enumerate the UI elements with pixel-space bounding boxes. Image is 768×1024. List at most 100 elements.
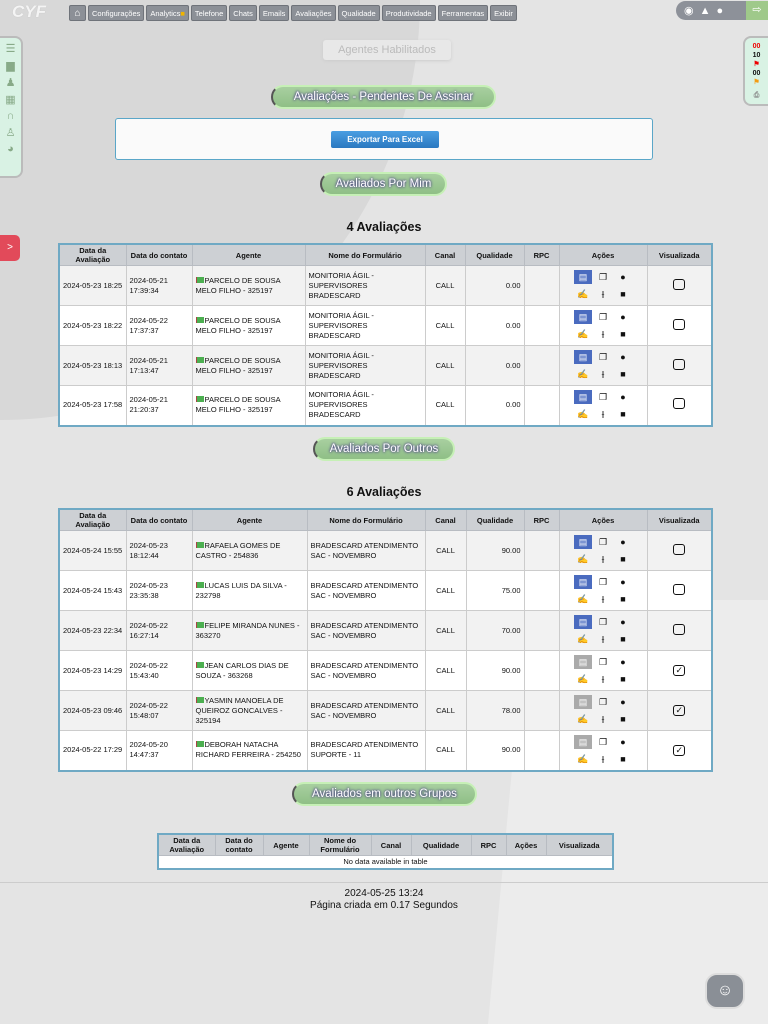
- column-header[interactable]: Data do contato: [214, 833, 264, 856]
- nav-configuracoes[interactable]: Configurações: [88, 5, 145, 21]
- column-header[interactable]: Data da Avaliação: [157, 833, 216, 856]
- audio-icon[interactable]: ⫲: [594, 407, 612, 421]
- comments-icon[interactable]: ●: [614, 270, 632, 284]
- column-header[interactable]: Ações: [558, 508, 648, 531]
- comments-icon[interactable]: ●: [614, 735, 632, 749]
- user-icon[interactable]: ●: [717, 5, 724, 17]
- comments-icon[interactable]: ●: [614, 615, 632, 629]
- video-icon[interactable]: ■: [614, 752, 632, 766]
- copy-icon[interactable]: ❐: [594, 655, 612, 669]
- copy-icon[interactable]: ❐: [594, 695, 612, 709]
- unchecked-checkbox-icon[interactable]: [673, 278, 686, 290]
- column-header[interactable]: RPC: [523, 508, 560, 531]
- copy-icon[interactable]: ❐: [594, 270, 612, 284]
- column-header[interactable]: Qualidade: [410, 833, 472, 856]
- video-icon[interactable]: ■: [614, 552, 632, 566]
- column-header[interactable]: Agente: [191, 508, 308, 531]
- checked-checkbox-icon[interactable]: ✓: [673, 744, 686, 756]
- sign-icon[interactable]: ✍: [574, 367, 592, 381]
- nav-analytics[interactable]: Analytics■: [146, 5, 189, 21]
- audio-icon[interactable]: ⫲: [594, 287, 612, 301]
- section-outros-grupos-title[interactable]: Avaliados em outros Grupos: [292, 782, 477, 806]
- side-toggle-tab[interactable]: >: [0, 235, 20, 261]
- audio-icon[interactable]: ⫲: [594, 752, 612, 766]
- view-evaluation-icon[interactable]: ▤: [574, 350, 592, 364]
- column-header[interactable]: Data da Avaliação: [58, 243, 127, 266]
- unchecked-checkbox-icon[interactable]: [673, 398, 686, 410]
- sign-icon[interactable]: ✍: [574, 752, 592, 766]
- checked-checkbox-icon[interactable]: ✓: [673, 665, 686, 676]
- view-evaluation-icon[interactable]: ▤: [574, 535, 592, 549]
- column-header[interactable]: Qualidade: [464, 243, 525, 266]
- palette-icon[interactable]: ◕: [7, 143, 14, 155]
- audio-icon[interactable]: ⫲: [594, 672, 612, 686]
- section-avaliados-por-outros-title[interactable]: Avaliados Por Outros: [313, 437, 455, 461]
- agentes-habilitados-button[interactable]: Agentes Habilitados: [323, 40, 451, 60]
- nav-qualidade[interactable]: Qualidade: [337, 5, 380, 21]
- view-evaluation-icon[interactable]: ▤: [574, 575, 592, 589]
- column-header[interactable]: Agente: [262, 833, 310, 856]
- audio-icon[interactable]: ⫲: [594, 712, 612, 726]
- column-header[interactable]: Nome do Formulário: [306, 508, 426, 531]
- comments-icon[interactable]: ●: [614, 695, 632, 709]
- unchecked-checkbox-icon[interactable]: [673, 358, 686, 370]
- video-icon[interactable]: ■: [614, 327, 632, 341]
- bell-icon[interactable]: ▲: [700, 5, 711, 17]
- comments-icon[interactable]: ●: [614, 535, 632, 549]
- calendar-icon[interactable]: ▦: [5, 93, 15, 106]
- audio-icon[interactable]: ⫲: [594, 632, 612, 646]
- nav-telefone[interactable]: Telefone: [190, 5, 228, 21]
- agente-name[interactable]: RAFAELA GOMES DE CASTRO - 254836: [196, 541, 281, 560]
- agente-name[interactable]: PARCELO DE SOUSA MELO FILHO - 325197: [196, 356, 281, 375]
- column-header[interactable]: Nome do Formulário: [304, 243, 426, 266]
- nav-ferramentas[interactable]: Ferramentas: [437, 5, 489, 21]
- column-header[interactable]: RPC: [523, 243, 560, 266]
- column-header[interactable]: Canal: [370, 833, 412, 856]
- sign-icon[interactable]: ✍: [574, 592, 592, 606]
- org-chart-icon[interactable]: ♟: [6, 76, 16, 89]
- view-evaluation-icon[interactable]: ▤: [574, 310, 592, 324]
- agent-settings-icon[interactable]: ♙: [6, 126, 16, 139]
- checked-checkbox-icon[interactable]: ✓: [673, 705, 686, 716]
- unchecked-checkbox-icon[interactable]: [673, 543, 686, 555]
- sign-icon[interactable]: ✍: [574, 672, 592, 686]
- sign-icon[interactable]: ✍: [574, 287, 592, 301]
- copy-icon[interactable]: ❐: [594, 615, 612, 629]
- video-icon[interactable]: ■: [614, 632, 632, 646]
- column-header[interactable]: Visualizada: [646, 508, 713, 531]
- robot-assistant-icon[interactable]: ☺: [705, 973, 745, 1009]
- column-header[interactable]: Ações: [505, 833, 547, 856]
- agente-name[interactable]: JEAN CARLOS DIAS DE SOUZA - 363268: [196, 661, 289, 680]
- comments-icon[interactable]: ●: [614, 310, 632, 324]
- audio-icon[interactable]: ⫲: [594, 552, 612, 566]
- view-evaluation-icon[interactable]: ▤: [574, 655, 592, 669]
- agente-name[interactable]: PARCELO DE SOUSA MELO FILHO - 325197: [196, 395, 281, 414]
- logout-icon[interactable]: ⇨: [746, 1, 768, 20]
- column-header[interactable]: Canal: [424, 243, 466, 266]
- video-icon[interactable]: ■: [614, 712, 632, 726]
- column-header[interactable]: Data da Avaliação: [58, 508, 127, 531]
- printer-icon[interactable]: ⎙: [745, 91, 768, 100]
- copy-icon[interactable]: ❐: [594, 735, 612, 749]
- sign-icon[interactable]: ✍: [574, 552, 592, 566]
- view-evaluation-icon[interactable]: ▤: [574, 695, 592, 709]
- nav-exibir[interactable]: Exibir: [490, 5, 517, 21]
- view-evaluation-icon[interactable]: ▤: [574, 270, 592, 284]
- agente-name[interactable]: DEBORAH NATACHA RICHARD FERREIRA - 25425…: [196, 740, 301, 759]
- unchecked-checkbox-icon[interactable]: [673, 318, 686, 330]
- audio-icon[interactable]: ⫲: [594, 367, 612, 381]
- agente-name[interactable]: PARCELO DE SOUSA MELO FILHO - 325197: [196, 316, 281, 335]
- nav-chats[interactable]: Chats: [229, 5, 257, 21]
- column-header[interactable]: Nome do Formulário: [308, 833, 372, 856]
- export-excel-button[interactable]: Exportar Para Excel: [331, 131, 439, 148]
- audio-icon[interactable]: ⫲: [594, 327, 612, 341]
- video-icon[interactable]: ■: [614, 592, 632, 606]
- video-icon[interactable]: ■: [614, 672, 632, 686]
- column-header[interactable]: Ações: [558, 243, 648, 266]
- nav-avaliacoes[interactable]: Avaliações: [291, 5, 336, 21]
- unchecked-checkbox-icon[interactable]: [673, 623, 686, 635]
- agente-name[interactable]: PARCELO DE SOUSA MELO FILHO - 325197: [196, 276, 281, 295]
- column-header[interactable]: Agente: [191, 243, 306, 266]
- sign-icon[interactable]: ✍: [574, 632, 592, 646]
- view-evaluation-icon[interactable]: ▤: [574, 615, 592, 629]
